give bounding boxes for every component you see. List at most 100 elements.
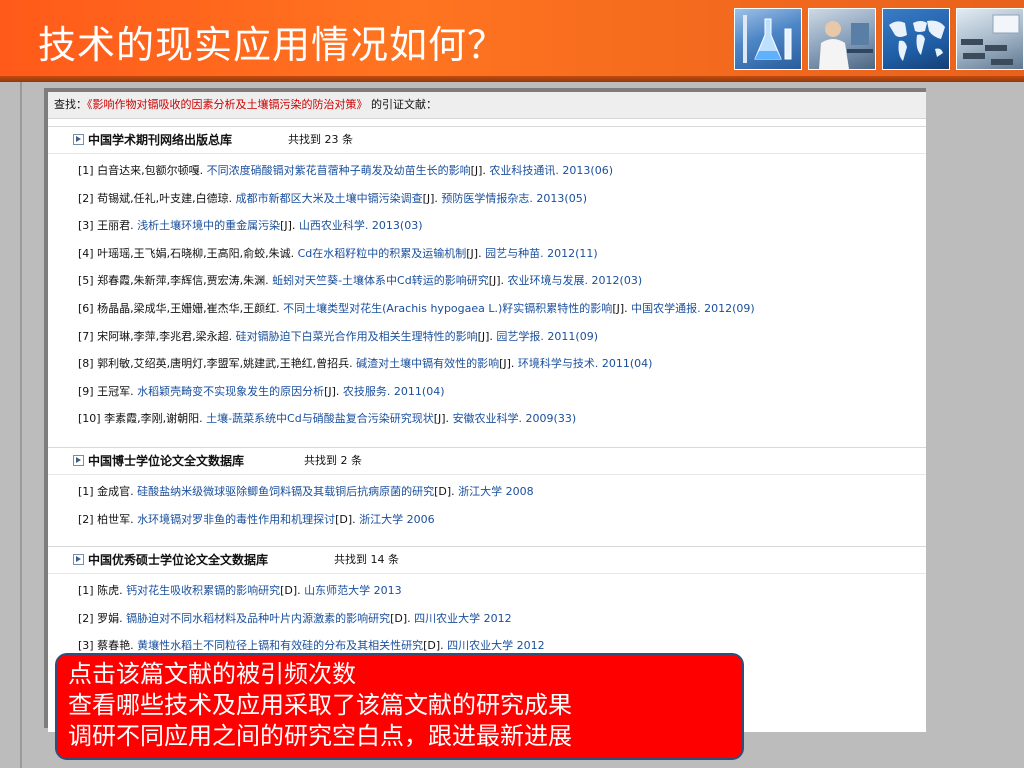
slide-title: 技术的现实应用情况如何？ (38, 23, 507, 67)
citation-title-link[interactable]: 钙对花生吸收积累镉的影响研究 (126, 584, 280, 597)
citation-number: [1] (78, 584, 94, 597)
citation-authors: 陈虎. (97, 584, 123, 597)
citation-type: [J]. (612, 302, 628, 315)
citation-type: [J]. (466, 246, 482, 260)
citation-title-link[interactable]: 不同浓度硝酸镉对紫花苜蓿种子萌发及幼苗生长的影响 (207, 164, 471, 177)
citation-title-link[interactable]: 水稻颖壳畸变不实现象发生的原因分析 (137, 385, 324, 398)
citation-title-link[interactable]: 黄壤性水稻土不同粒径上镉和有效硅的分布及其相关性研究 (137, 639, 423, 652)
citation-authors: 罗娟. (97, 611, 123, 625)
citation-list-item: [4] 叶瑶瑶,王飞娟,石晓柳,王高阳,俞蛟,朱诚. Cd在水稻籽粒中的积累及运… (78, 245, 918, 263)
citation-type: [J]. (280, 219, 296, 233)
citation-source-link[interactable]: 农业环境与发展. 2012(03) (508, 274, 643, 287)
search-suffix: 的引证文献： (367, 98, 437, 111)
scientist-icon (808, 8, 876, 70)
citation-source-link[interactable]: 中国农学通报. 2012(09) (631, 302, 755, 315)
callout-box: 点击该篇文献的被引频次数 查看哪些技术及应用采取了该篇文献的研究成果 调研不同应… (55, 653, 744, 760)
database-name[interactable]: 中国学术期刊网络出版总库 (88, 127, 232, 153)
world-map-icon (882, 8, 950, 70)
citation-source-link[interactable]: 浙江大学 2006 (359, 513, 435, 526)
result-count: 共找到 23 条 (288, 133, 353, 146)
citation-list-item: [5] 郑春霞,朱新萍,李辉信,贾宏涛,朱渊. 蚯蚓对天竺葵-土壤体系中Cd转运… (78, 272, 918, 290)
citation-number: [2] (78, 191, 94, 205)
callout-line-1: 点击该篇文献的被引频次数 (68, 660, 356, 688)
citation-title-link[interactable]: 硅对镉胁迫下白菜光合作用及相关生理特性的影响 (236, 330, 478, 343)
citation-authors: 李素霞,李刚,谢朝阳. (104, 412, 203, 426)
citation-type: [D]. (335, 512, 356, 526)
citation-type: [D]. (423, 639, 444, 653)
citation-source-link[interactable]: 农技服务. 2011(04) (343, 385, 445, 398)
expand-arrow-icon[interactable] (73, 455, 84, 466)
citation-number: [3] (78, 639, 94, 653)
expand-arrow-icon[interactable] (73, 554, 84, 565)
citation-title-link[interactable]: Cd在水稻籽粒中的积累及运输机制 (298, 247, 467, 260)
citation-number: [9] (78, 384, 94, 398)
citation-title-link[interactable]: 土壤-蔬菜系统中Cd与硝酸盐复合污染研究现状 (206, 412, 434, 425)
citation-source-link[interactable]: 园艺学报. 2011(09) (496, 330, 598, 343)
citation-authors: 郭利敏,艾绍英,唐明灯,李盟军,姚建武,王艳红,曾招兵. (97, 357, 353, 371)
citation-authors: 金成官. (97, 485, 134, 498)
citation-list-item: [9] 王冠军. 水稻颖壳畸变不实现象发生的原因分析[J]. 农技服务. 201… (78, 383, 918, 401)
citation-number: [7] (78, 329, 94, 343)
citation-title-link[interactable]: 成都市新都区大米及土壤中镉污染调查 (236, 192, 423, 205)
result-count: 共找到 2 条 (304, 454, 362, 467)
citation-list-item: [1] 金成官. 硅酸盐纳米级微球驱除鲫鱼饲料镉及其载铜后抗病原菌的研究[D].… (78, 483, 918, 501)
citation-list-item: [2] 罗娟. 镉胁迫对不同水稻材料及品种叶片内源激素的影响研究[D]. 四川农… (78, 610, 918, 628)
citation-number: [1] (78, 485, 94, 498)
callout-line-2: 查看哪些技术及应用采取了该篇文献的研究成果 (68, 691, 572, 719)
citation-authors: 蔡春艳. (97, 639, 134, 653)
citation-authors: 柏世军. (97, 512, 134, 526)
citation-number: [8] (78, 357, 94, 371)
citation-results-panel: 查找：《影响作物对镉吸收的因素分析及土壤镉污染的防治对策》 的引证文献： 中国学… (48, 92, 926, 732)
database-section-header: 中国学术期刊网络出版总库 共找到 23 条 (48, 126, 926, 154)
citation-source-link[interactable]: 园艺与种苗. 2012(11) (485, 247, 598, 260)
citation-type: [J]. (422, 191, 438, 205)
database-name[interactable]: 中国优秀硕士学位论文全文数据库 (88, 547, 268, 573)
citation-list-item: [10] 李素霞,李刚,谢朝阳. 土壤-蔬菜系统中Cd与硝酸盐复合污染研究现状[… (78, 410, 918, 428)
citation-title-link[interactable]: 碱渣对土壤中镉有效性的影响 (356, 357, 499, 370)
citation-source-link[interactable]: 四川农业大学 2012 (447, 639, 545, 652)
expand-arrow-icon[interactable] (73, 134, 84, 145)
citation-source-link[interactable]: 浙江大学 2008 (458, 485, 534, 498)
citation-title-link[interactable]: 浅析土壤环境中的重金属污染 (137, 219, 280, 232)
citation-source-link[interactable]: 四川农业大学 2012 (414, 612, 512, 625)
citation-source-link[interactable]: 山西农业科学. 2013(03) (299, 219, 423, 232)
citation-source-link[interactable]: 环境科学与技术. 2011(04) (518, 357, 653, 370)
database-name[interactable]: 中国博士学位论文全文数据库 (88, 448, 244, 474)
citation-type: [J]. (433, 412, 450, 426)
citation-title-link[interactable]: 蚯蚓对天竺葵-土壤体系中Cd转运的影响研究 (272, 274, 489, 287)
citation-list-item: [7] 宋阿琳,李萍,李兆君,梁永超. 硅对镉胁迫下白菜光合作用及相关生理特性的… (78, 328, 918, 346)
citation-type: [J]. (477, 329, 493, 343)
citation-title-link[interactable]: 镉胁迫对不同水稻材料及品种叶片内源激素的影响研究 (126, 612, 390, 625)
citation-source-link[interactable]: 农业科技通讯. 2013(06) (489, 164, 613, 177)
citation-list-item: [2] 柏世军. 水环境镉对罗非鱼的毒性作用和机理探讨[D]. 浙江大学 200… (78, 511, 918, 529)
search-prefix: 查找： (54, 98, 87, 111)
citation-number: [4] (78, 246, 94, 260)
flask-icon (734, 8, 802, 70)
citation-authors: 宋阿琳,李萍,李兆君,梁永超. (97, 329, 233, 343)
cited-paper-title[interactable]: 《影响作物对镉吸收的因素分析及土壤镉污染的防治对策》 (87, 98, 368, 111)
citation-list-item: [6] 杨晶晶,梁成华,王姗姗,崔杰华,王颜红. 不同土壤类型对花生(Arach… (78, 300, 918, 318)
search-query-row: 查找：《影响作物对镉吸收的因素分析及土壤镉污染的防治对策》 的引证文献： (48, 92, 926, 119)
citation-type: [J]. (324, 384, 340, 398)
citation-authors: 王冠军. (97, 384, 134, 398)
citation-number: [10] (78, 412, 101, 426)
citation-number: [3] (78, 219, 94, 233)
citation-type: [D]. (280, 584, 301, 597)
citation-type: [J]. (488, 274, 505, 288)
citation-source-link[interactable]: 安徽农业科学. 2009(33) (453, 412, 577, 425)
citation-authors: 王丽君. (97, 219, 134, 233)
citation-number: [2] (78, 512, 94, 526)
citation-title-link[interactable]: 硅酸盐纳米级微球驱除鲫鱼饲料镉及其载铜后抗病原菌的研究 (137, 485, 434, 498)
citation-source-link[interactable]: 山东师范大学 2013 (304, 584, 402, 597)
callout-line-3: 调研不同应用之间的研究空白点，跟进最新进展 (68, 722, 572, 750)
citation-type: [J]. (470, 164, 486, 177)
citation-list-item: [2] 苟锡斌,任礼,叶支建,白德琼. 成都市新都区大米及土壤中镉污染调查[J]… (78, 190, 918, 208)
citation-number: [5] (78, 274, 94, 288)
citation-source-link[interactable]: 预防医学情报杂志. 2013(05) (441, 192, 587, 205)
citation-number: [6] (78, 302, 94, 315)
citation-title-link[interactable]: 水环境镉对罗非鱼的毒性作用和机理探讨 (137, 513, 335, 526)
citation-type: [D]. (434, 485, 455, 498)
citation-authors: 叶瑶瑶,王飞娟,石晓柳,王高阳,俞蛟,朱诚. (97, 246, 295, 260)
database-section-header: 中国优秀硕士学位论文全文数据库 共找到 14 条 (48, 546, 926, 574)
citation-title-link[interactable]: 不同土壤类型对花生(Arachis hypogaea L.)籽实镉积累特性的影响 (283, 302, 612, 315)
